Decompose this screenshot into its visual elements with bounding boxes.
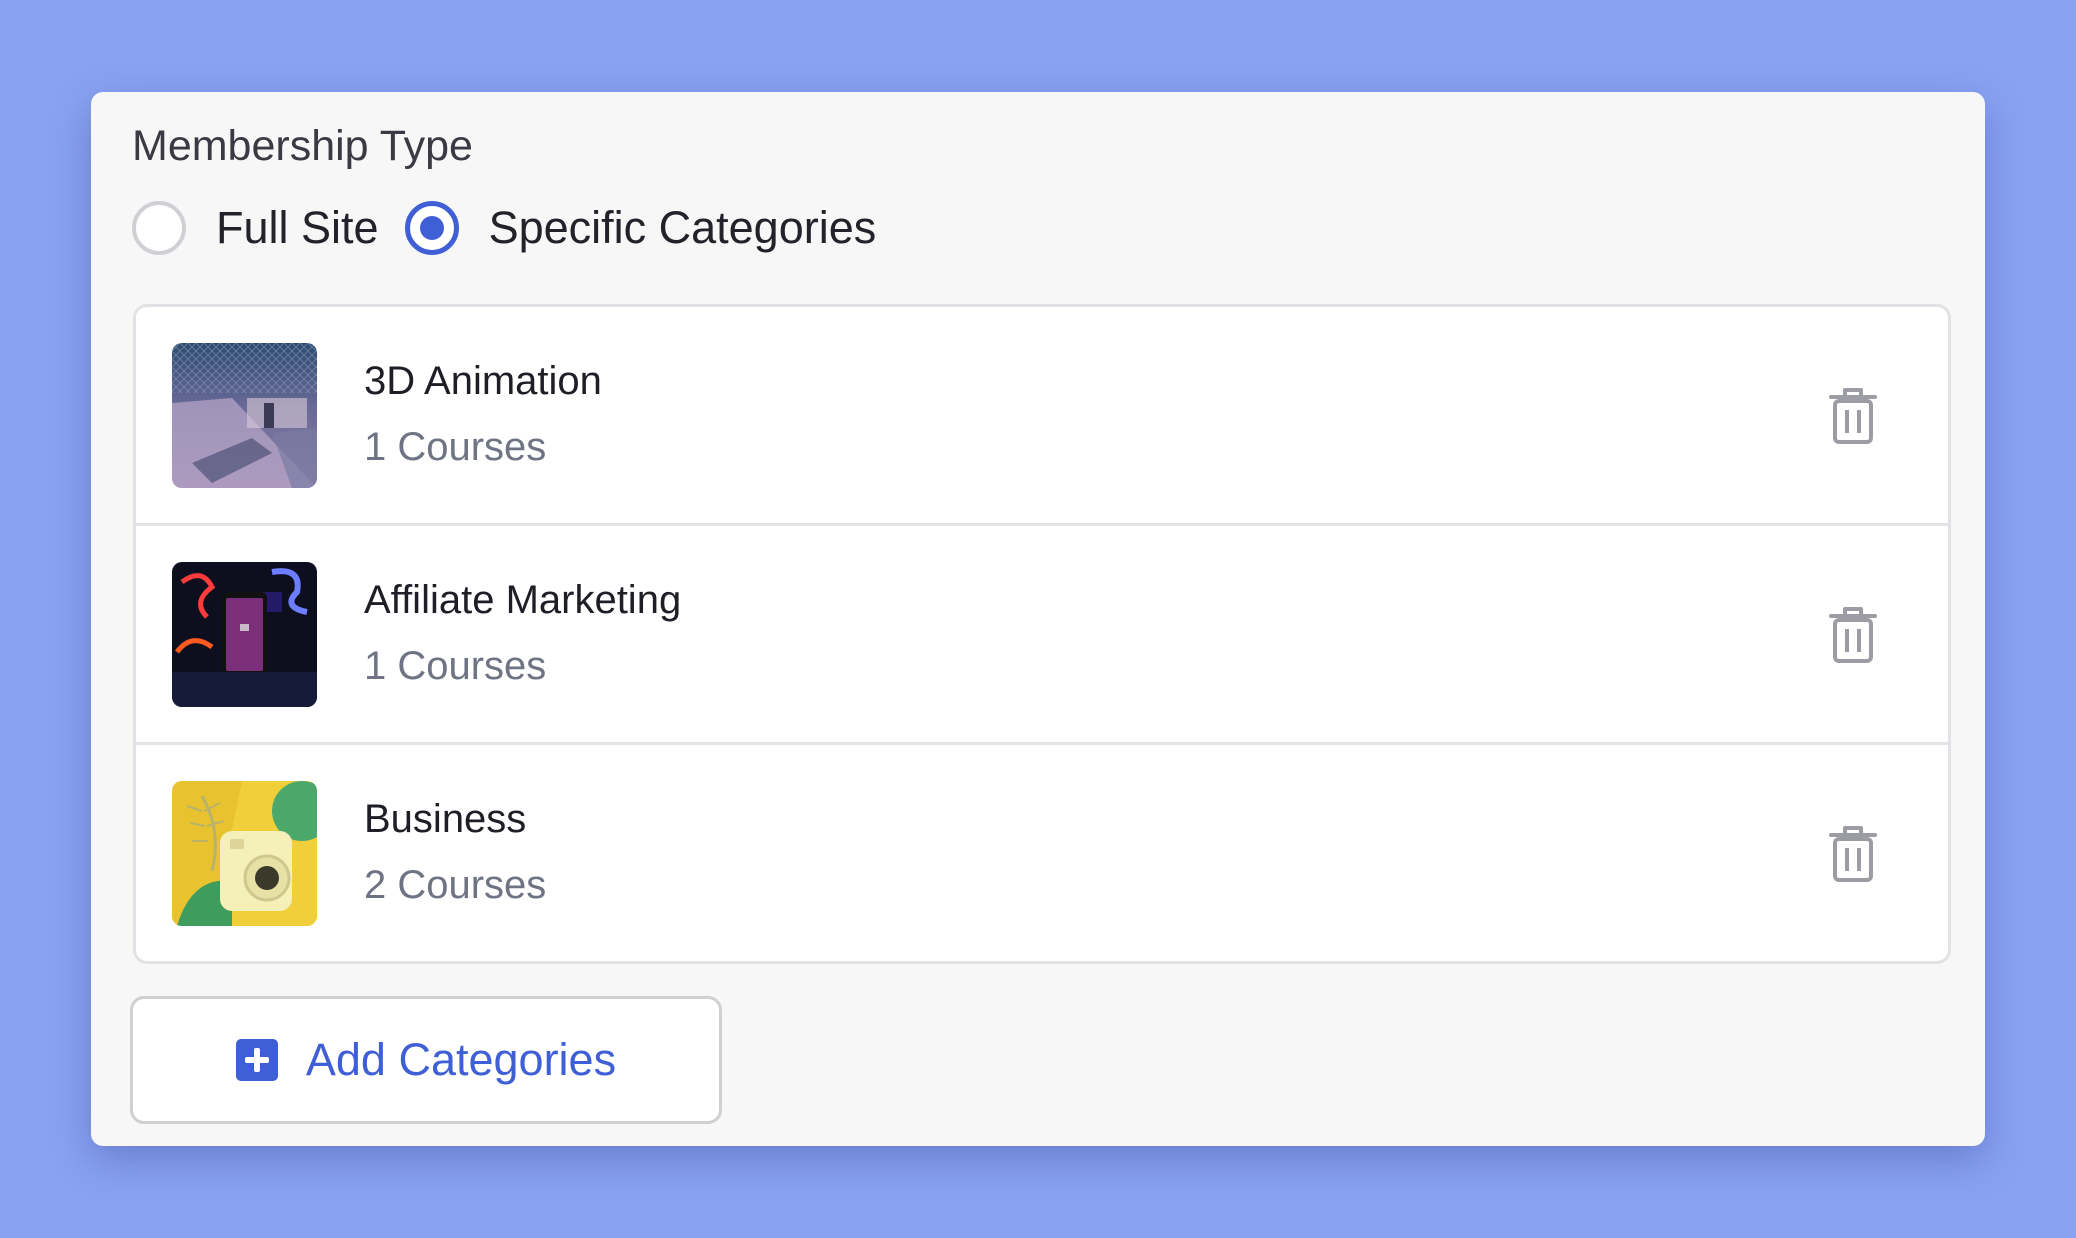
plus-square-icon [235, 1039, 278, 1081]
trash-icon[interactable] [1829, 825, 1877, 883]
trash-icon[interactable] [1829, 387, 1877, 445]
trash-icon[interactable] [1829, 606, 1877, 664]
add-categories-label: Add Categories [305, 1034, 617, 1085]
specific-categories-label[interactable]: Specific Categories [489, 202, 877, 254]
membership-type-title: Membership Type [132, 122, 473, 170]
category-course-count: 1 Courses [364, 644, 547, 688]
membership-type-radio-group: Full Site Specific Categories [132, 198, 902, 258]
add-categories-button[interactable]: Add Categories [130, 996, 722, 1124]
membership-panel: Membership Type Full Site Specific Categ… [91, 92, 1985, 1146]
category-name: 3D Animation [364, 359, 602, 403]
category-course-count: 1 Courses [364, 425, 547, 469]
category-row: Business 2 Courses [136, 745, 1948, 961]
category-course-count: 2 Courses [364, 863, 547, 907]
category-row: 3D Animation 1 Courses [136, 307, 1948, 526]
full-site-label[interactable]: Full Site [216, 202, 379, 254]
category-name: Affiliate Marketing [364, 578, 682, 622]
full-site-radio[interactable] [132, 201, 186, 255]
specific-categories-radio[interactable] [404, 201, 459, 255]
category-list: 3D Animation 1 Courses Affiliate Marketi… [133, 304, 1951, 964]
affiliate-marketing-thumbnail [172, 562, 317, 707]
category-name: Business [364, 797, 527, 841]
business-thumbnail [172, 781, 317, 926]
category-row: Affiliate Marketing 1 Courses [136, 526, 1948, 745]
3d-animation-thumbnail [172, 343, 317, 488]
